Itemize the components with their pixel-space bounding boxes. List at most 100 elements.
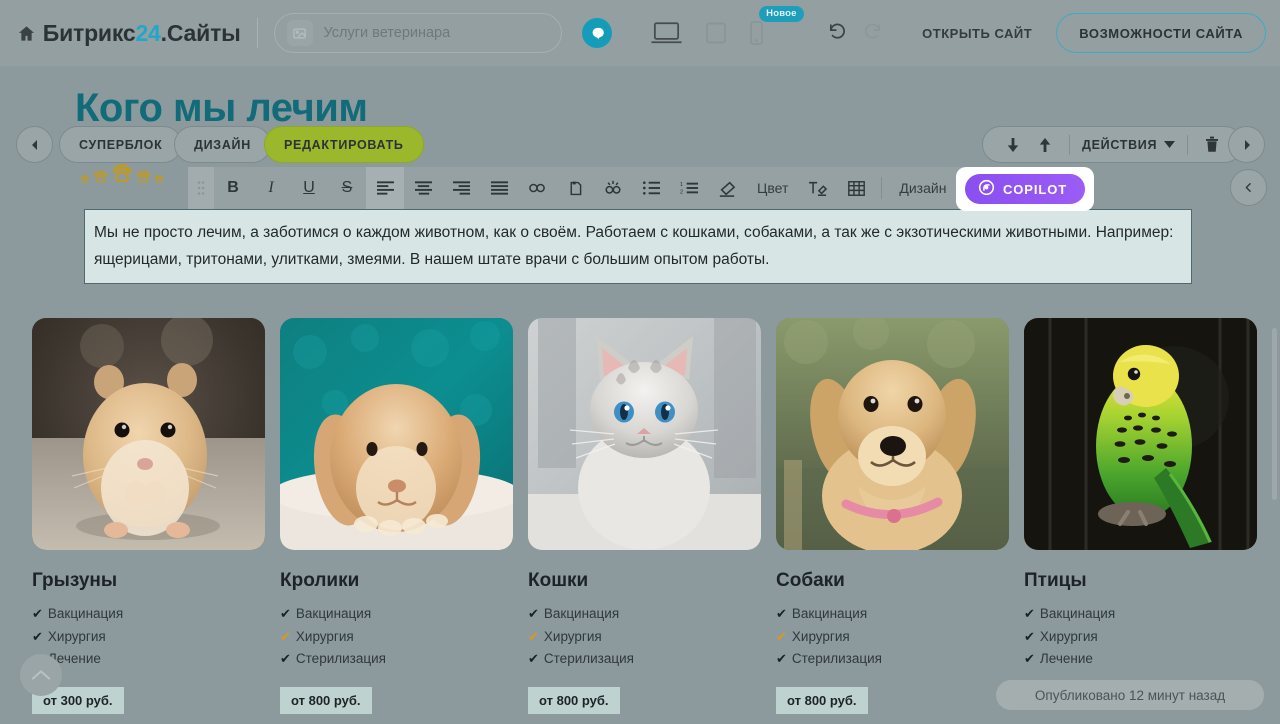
actions-dropdown[interactable]: ДЕЙСТВИЯ bbox=[1078, 138, 1179, 152]
clear-format-icon[interactable] bbox=[708, 167, 746, 209]
check-icon: ✔ bbox=[280, 607, 291, 620]
link-icon[interactable] bbox=[518, 167, 556, 209]
paw-prints-icon bbox=[80, 162, 164, 185]
card-title: Грызуны bbox=[32, 570, 265, 592]
page-title: Кого мы лечим bbox=[75, 86, 367, 131]
feature-label: Вакцинация bbox=[48, 603, 123, 626]
check-icon: ✔ bbox=[32, 607, 43, 620]
laptop-icon[interactable] bbox=[650, 21, 683, 45]
underline-button[interactable]: U bbox=[290, 167, 328, 209]
price-badge: от 800 руб. bbox=[280, 687, 372, 714]
check-icon: ✔ bbox=[528, 652, 539, 665]
feature-item: ✔ Хирургия bbox=[32, 626, 265, 649]
vertical-scrollbar[interactable] bbox=[1272, 328, 1277, 500]
text-color-button[interactable]: Цвет bbox=[746, 167, 799, 209]
card-dogs[interactable]: Собаки ✔ Вакцинация ✔ Хирургия ✔ Стерили… bbox=[776, 318, 1009, 714]
app-header: Битрикс24.Сайты Услуги ветеринара bbox=[0, 0, 1280, 66]
strikethrough-button[interactable]: S bbox=[328, 167, 366, 209]
align-center-icon[interactable] bbox=[404, 167, 442, 209]
home-icon[interactable] bbox=[14, 20, 39, 46]
feature-label: Хирургия bbox=[1040, 626, 1098, 649]
bulleted-list-icon[interactable] bbox=[632, 167, 670, 209]
check-icon: ✔ bbox=[776, 607, 787, 620]
feature-list: ✔ Вакцинация ✔ Хирургия ✔ Лечение bbox=[1024, 603, 1257, 671]
check-icon: ✔ bbox=[528, 630, 539, 643]
price-badge: от 800 руб. bbox=[528, 687, 620, 714]
redo-icon[interactable] bbox=[864, 21, 886, 46]
card-cats[interactable]: Кошки ✔ Вакцинация ✔ Хирургия ✔ Стерилиз… bbox=[528, 318, 761, 714]
check-icon: ✔ bbox=[280, 630, 291, 643]
undo-icon[interactable] bbox=[824, 21, 846, 46]
bold-label: B bbox=[227, 179, 239, 197]
feature-label: Вакцинация bbox=[296, 603, 371, 626]
feature-item: ✔ Хирургия bbox=[1024, 626, 1257, 649]
edit-button[interactable]: РЕДАКТИРОВАТЬ bbox=[264, 126, 424, 163]
feature-item: ✔ Вакцинация bbox=[776, 603, 1009, 626]
open-site-button[interactable]: ОТКРЫТЬ САЙТ bbox=[922, 26, 1032, 41]
collapse-panel-button[interactable] bbox=[1230, 169, 1267, 206]
site-capabilities-button[interactable]: ВОЗМОЖНОСТИ САЙТА bbox=[1056, 13, 1266, 53]
feature-item: ✔ Стерилизация bbox=[776, 648, 1009, 671]
align-right-icon[interactable] bbox=[442, 167, 480, 209]
feature-label: Хирургия bbox=[48, 626, 106, 649]
feature-item: ✔ Хирургия bbox=[776, 626, 1009, 649]
animal-cards-row: Грызуны ✔ Вакцинация ✔ Хирургия ✔ Лечени… bbox=[32, 318, 1254, 714]
mobile-icon[interactable]: Новое bbox=[749, 20, 764, 46]
numbered-list-icon[interactable]: 1 2 bbox=[670, 167, 708, 209]
align-justify-icon[interactable] bbox=[480, 167, 518, 209]
site-name-value: Услуги ветеринара bbox=[324, 25, 451, 41]
card-title: Птицы bbox=[1024, 570, 1257, 592]
table-icon[interactable] bbox=[837, 167, 875, 209]
feature-label: Стерилизация bbox=[544, 648, 634, 671]
copilot-container: COPILOT bbox=[956, 167, 1094, 211]
feature-item: ✔ Лечение bbox=[32, 648, 265, 671]
device-preview-group: Новое bbox=[650, 20, 764, 46]
editable-text-block[interactable]: Мы не просто лечим, а заботимся о каждом… bbox=[84, 209, 1192, 284]
anchor-icon[interactable] bbox=[556, 167, 594, 209]
cat-photo[interactable] bbox=[528, 318, 761, 550]
superblock-button[interactable]: СУПЕРБЛОК bbox=[59, 126, 182, 163]
align-left-icon[interactable] bbox=[366, 167, 404, 209]
site-name-input[interactable]: Услуги ветеринара bbox=[274, 13, 563, 53]
brand-prefix: Битрикс bbox=[43, 20, 136, 46]
copilot-button[interactable]: COPILOT bbox=[965, 174, 1085, 204]
rabbit-photo[interactable] bbox=[280, 318, 513, 550]
tablet-icon[interactable] bbox=[705, 21, 727, 45]
feature-item: ✔ Вакцинация bbox=[280, 603, 513, 626]
feature-item: ✔ Хирургия bbox=[528, 626, 761, 649]
header-divider bbox=[257, 18, 258, 48]
previous-block-button[interactable] bbox=[16, 126, 53, 163]
site-canvas: Кого мы лечим bbox=[0, 66, 1280, 724]
italic-button[interactable]: I bbox=[252, 167, 290, 209]
cloud-icon[interactable] bbox=[582, 18, 612, 48]
feature-label: Хирургия bbox=[544, 626, 602, 649]
move-down-icon[interactable] bbox=[997, 129, 1029, 161]
brand-suffix: .Сайты bbox=[161, 20, 241, 46]
unlink-icon[interactable] bbox=[594, 167, 632, 209]
scroll-to-top-button[interactable] bbox=[20, 654, 62, 696]
hamster-photo[interactable] bbox=[32, 318, 265, 550]
next-block-button[interactable] bbox=[1228, 126, 1265, 163]
chevron-down-icon bbox=[1164, 141, 1175, 148]
move-up-icon[interactable] bbox=[1029, 129, 1061, 161]
strike-label: S bbox=[342, 179, 353, 197]
card-birds[interactable]: Птицы ✔ Вакцинация ✔ Хирургия ✔ Лечение bbox=[1024, 318, 1257, 714]
feature-label: Лечение bbox=[1040, 648, 1093, 671]
feature-item: ✔ Стерилизация bbox=[528, 648, 761, 671]
design-button[interactable]: Дизайн bbox=[888, 167, 957, 209]
block-actions-group: ДЕЙСТВИЯ bbox=[982, 126, 1243, 163]
text-style-icon[interactable] bbox=[799, 167, 837, 209]
format-divider bbox=[881, 177, 882, 199]
actions-label: ДЕЙСТВИЯ bbox=[1082, 138, 1157, 152]
trash-icon[interactable] bbox=[1196, 129, 1228, 161]
drag-handle-icon[interactable] bbox=[188, 167, 214, 209]
bold-button[interactable]: B bbox=[214, 167, 252, 209]
block-design-button[interactable]: ДИЗАЙН bbox=[174, 126, 271, 163]
dog-photo[interactable] bbox=[776, 318, 1009, 550]
card-rabbits[interactable]: Кролики ✔ Вакцинация ✔ Хирургия ✔ Стерил… bbox=[280, 318, 513, 714]
card-rodents[interactable]: Грызуны ✔ Вакцинация ✔ Хирургия ✔ Лечени… bbox=[32, 318, 265, 714]
check-icon: ✔ bbox=[528, 607, 539, 620]
parrot-photo[interactable] bbox=[1024, 318, 1257, 550]
brand-logo[interactable]: Битрикс24.Сайты bbox=[43, 20, 241, 47]
feature-label: Вакцинация bbox=[792, 603, 867, 626]
